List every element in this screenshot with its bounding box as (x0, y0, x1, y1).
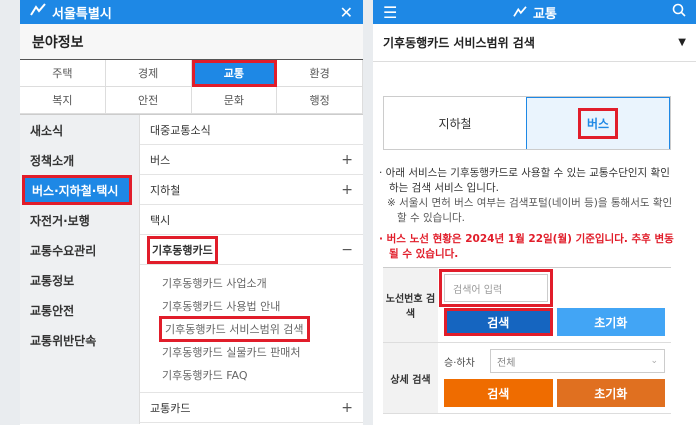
tab-subway[interactable]: 지하철 (384, 97, 526, 149)
page-select[interactable]: 기후동행카드 서비스범위 검색 ▼ (373, 24, 696, 62)
plus-icon[interactable]: + (341, 182, 353, 198)
route-input-wrap: 검색어 입력 (439, 269, 553, 307)
left-panel: 서울특별시 ✕ 분야정보 주택 경제 교통 환경 복지 안전 문화 행정 새소식… (20, 0, 363, 425)
submenu-label: 대중교통소식 (150, 123, 211, 137)
dropdown-arrow-icon: ▼ (678, 37, 686, 48)
header-title: 교통 (512, 3, 557, 22)
left-header: 서울특별시 ✕ (20, 0, 363, 24)
submenu-label: 버스 (150, 153, 171, 167)
chevron-down-icon: ⌄ (650, 356, 658, 366)
submenu-label: 지하철 (150, 183, 181, 197)
search-form: 노선번호 검색 검색어 입력 검색 초기화 상세 검색 승·하차 전체 ⌄ 검색… (383, 267, 671, 414)
leaf-service-search[interactable]: 기후동행카드 서비스범위 검색 (140, 315, 363, 342)
tab-culture[interactable]: 문화 (191, 87, 278, 114)
leaf-sellers[interactable]: 기후동행카드 실물카드 판매처 (140, 340, 363, 363)
seoul-logo-icon (30, 3, 46, 21)
transport-tabs: 지하철 버스 (383, 96, 671, 150)
plus-icon[interactable]: + (341, 152, 353, 168)
menu-body: 새소식 정책소개 버스·지하철·택시 자전거·보행 교통수요관리 교통정보 교통… (20, 114, 363, 424)
tab-safety[interactable]: 안전 (105, 87, 192, 114)
category-policy[interactable]: 정책소개 (20, 145, 139, 175)
route-search-row: 노선번호 검색 검색어 입력 검색 초기화 (383, 268, 671, 343)
notice-text: · 아래 서비스는 기후동행카드로 사용할 수 있는 교통수단인지 확인하는 검… (379, 166, 679, 262)
leaf-label: 기후동행카드 실물카드 판매처 (162, 345, 301, 359)
detail-label: 상세 검색 (383, 343, 438, 413)
submenu-list: 대중교통소식 버스 + 지하철 + 택시 기후동행카드 − 기후동행카드 사업소개 기… (140, 115, 363, 424)
submenu-transport-card[interactable]: 교통카드 + (140, 393, 363, 423)
right-panel: ☰ 교통 기후동행카드 서비스범위 검색 ▼ 지하철 버스 · 아래 서비스는 … (373, 0, 696, 425)
minus-icon[interactable]: − (341, 242, 353, 258)
submenu-label: 교통카드 (150, 401, 191, 415)
notice-2: ※ 서울시 면허 버스 여부는 검색포털(네이버 등)을 통해서도 확인할 수 … (387, 197, 673, 224)
category-demand-mgmt[interactable]: 교통수요관리 (20, 235, 139, 265)
tab-administration[interactable]: 행정 (277, 87, 363, 114)
submenu-label: 택시 (150, 213, 171, 227)
tab-environment[interactable]: 환경 (277, 60, 363, 87)
route-controls: 검색어 입력 검색 초기화 (438, 268, 671, 342)
tab-label: 지하철 (438, 116, 472, 131)
field-tabs: 주택 경제 교통 환경 복지 안전 문화 행정 (20, 60, 363, 114)
leaf-label: 기후동행카드 사업소개 (162, 276, 267, 290)
boarding-label: 승·하차 (444, 357, 475, 369)
page-select-label: 기후동행카드 서비스범위 검색 (383, 36, 535, 50)
tab-economy[interactable]: 경제 (105, 60, 192, 87)
tab-label: 버스 (577, 108, 619, 139)
category-bike-walk[interactable]: 자전거·보행 (20, 205, 139, 235)
category-traffic-info[interactable]: 교통정보 (20, 265, 139, 295)
submenu-label: 기후동행카드 (147, 235, 218, 264)
tab-transport[interactable]: 교통 (191, 60, 278, 87)
leaf-label: 기후동행카드 사용법 안내 (162, 299, 281, 313)
route-label: 노선번호 검색 (383, 268, 438, 342)
route-buttons: 검색 초기화 (444, 308, 665, 336)
detail-buttons: 검색 초기화 (444, 379, 665, 407)
search-input[interactable]: 검색어 입력 (444, 274, 548, 302)
category-traffic-safety[interactable]: 교통안전 (20, 295, 139, 325)
tab-welfare[interactable]: 복지 (20, 87, 106, 114)
leaf-faq[interactable]: 기후동행카드 FAQ (140, 363, 363, 386)
submenu-public-transport-news[interactable]: 대중교통소식 (140, 115, 363, 145)
section-title: 분야정보 (20, 24, 363, 60)
search-button[interactable]: 검색 (444, 308, 553, 336)
reset-button[interactable]: 초기화 (556, 308, 665, 336)
boarding-row: 승·하차 전체 ⌄ (444, 349, 665, 373)
left-margin (0, 0, 20, 425)
seoul-logo-icon (513, 5, 528, 17)
category-enforcement[interactable]: 교통위반단속 (20, 325, 139, 355)
plus-icon[interactable]: + (341, 400, 353, 416)
submenu-climate-card[interactable]: 기후동행카드 − (140, 235, 363, 265)
climate-card-leaves: 기후동행카드 사업소개 기후동행카드 사용법 안내 기후동행카드 서비스범위 검… (140, 265, 363, 393)
notice-1: · 아래 서비스는 기후동행카드로 사용할 수 있는 교통수단인지 확인하는 검… (379, 167, 670, 194)
tab-housing[interactable]: 주택 (20, 60, 106, 87)
header-title-text: 교통 (532, 6, 557, 22)
notice-3: · 버스 노선 현황은 2024년 1월 22일(월) 기준입니다. 추후 변동… (379, 233, 674, 260)
detail-search-button[interactable]: 검색 (444, 379, 553, 407)
category-bus-subway-taxi[interactable]: 버스·지하철·택시 (22, 175, 132, 205)
tab-bus[interactable]: 버스 (526, 97, 670, 149)
detail-search-row: 상세 검색 승·하차 전체 ⌄ 검색 초기화 (383, 343, 671, 414)
detail-reset-button[interactable]: 초기화 (556, 379, 665, 407)
right-header: ☰ 교통 (373, 0, 696, 24)
hamburger-menu-icon[interactable]: ☰ (383, 3, 397, 22)
submenu-bus[interactable]: 버스 + (140, 145, 363, 175)
site-logo-text: 서울특별시 (52, 6, 112, 22)
panel-divider (363, 0, 373, 425)
leaf-label: 기후동행카드 서비스범위 검색 (159, 315, 310, 342)
submenu-subway[interactable]: 지하철 + (140, 175, 363, 205)
search-icon[interactable] (672, 3, 686, 21)
submenu-taxi[interactable]: 택시 (140, 205, 363, 235)
boarding-value: 전체 (497, 357, 516, 369)
leaf-usage[interactable]: 기후동행카드 사용법 안내 (140, 294, 363, 317)
leaf-intro[interactable]: 기후동행카드 사업소개 (140, 271, 363, 294)
boarding-select[interactable]: 전체 ⌄ (490, 349, 665, 373)
category-list: 새소식 정책소개 버스·지하철·택시 자전거·보행 교통수요관리 교통정보 교통… (20, 115, 140, 424)
category-news[interactable]: 새소식 (20, 115, 139, 145)
leaf-label: 기후동행카드 FAQ (162, 368, 248, 382)
close-icon[interactable]: ✕ (340, 3, 353, 22)
detail-controls: 승·하차 전체 ⌄ 검색 초기화 (438, 343, 671, 413)
